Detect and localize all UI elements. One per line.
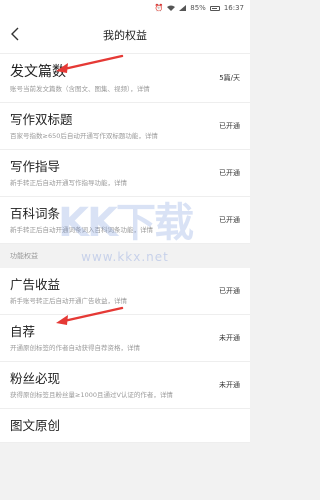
wifi-icon bbox=[167, 5, 176, 11]
page-title: 我的权益 bbox=[103, 28, 147, 42]
list-item[interactable]: 广告收益 新手账号转正后自动开通广告收益，详情 已开通 bbox=[0, 268, 250, 315]
chevron-left-icon[interactable] bbox=[6, 25, 24, 43]
item-name: 写作双标题 bbox=[10, 112, 73, 127]
item-name: 百科词条 bbox=[10, 206, 61, 221]
status-badge: 已开通 bbox=[219, 216, 240, 224]
battery-icon bbox=[209, 5, 220, 11]
list-item[interactable]: 发文篇数 账号当前发文篇数（含图文、图集、视频），详情 5篇/天 bbox=[0, 54, 250, 103]
item-desc: 新手账号转正后自动开通广告收益，详情 bbox=[10, 297, 127, 305]
status-badge: 已开通 bbox=[219, 122, 240, 130]
status-badge: 5篇/天 bbox=[219, 74, 240, 82]
status-badge: 未开通 bbox=[219, 381, 240, 389]
list-item[interactable]: 图文原创 bbox=[0, 409, 250, 443]
status-badge: 已开通 bbox=[219, 287, 240, 295]
item-name: 粉丝必现 bbox=[10, 371, 61, 386]
status-badge: 已开通 bbox=[219, 169, 240, 177]
alarm-icon: ⏰ bbox=[154, 4, 164, 12]
item-desc: 获得原创标签且粉丝量≥1000且通过V认证的作者，详情 bbox=[10, 391, 173, 399]
item-name: 广告收益 bbox=[10, 277, 61, 292]
list-item[interactable]: 粉丝必现 获得原创标签且粉丝量≥1000且通过V认证的作者，详情 未开通 bbox=[0, 362, 250, 409]
item-name: 图文原创 bbox=[10, 418, 61, 433]
item-name: 发文篇数 bbox=[10, 64, 66, 80]
item-desc: 新手转正后自动开通写作指导功能，详情 bbox=[10, 179, 127, 187]
list-item[interactable]: 百科词条 新手转正后自动开通词条词入百科词条功能，详情 已开通 bbox=[0, 197, 250, 244]
list-item[interactable]: 自荐 开通原创标签的作者自动获得自荐资格，详情 未开通 bbox=[0, 315, 250, 362]
signal-icon bbox=[179, 5, 187, 11]
clock: 16:37 bbox=[223, 4, 244, 12]
basic-rights-list: 发文篇数 账号当前发文篇数（含图文、图集、视频），详情 5篇/天 写作双标题 百… bbox=[0, 54, 250, 244]
list-item[interactable]: 写作双标题 百家号指数≥650后自动开通写作双标题功能，详情 已开通 bbox=[0, 103, 250, 150]
battery-percent: 85% bbox=[190, 4, 206, 12]
status-bar: ⏰ 85% 16:37 bbox=[0, 0, 250, 16]
item-name: 写作指导 bbox=[10, 159, 61, 174]
function-rights-list: 广告收益 新手账号转正后自动开通广告收益，详情 已开通 自荐 开通原创标签的作者… bbox=[0, 268, 250, 443]
list-item[interactable]: 写作指导 新手转正后自动开通写作指导功能，详情 已开通 bbox=[0, 150, 250, 197]
nav-bar: 我的权益 bbox=[0, 16, 250, 54]
item-desc: 账号当前发文篇数（含图文、图集、视频），详情 bbox=[10, 85, 150, 93]
item-desc: 开通原创标签的作者自动获得自荐资格，详情 bbox=[10, 344, 140, 352]
status-badge: 未开通 bbox=[219, 334, 240, 342]
item-name: 自荐 bbox=[10, 324, 36, 339]
section-header: 功能权益 bbox=[0, 244, 250, 268]
item-desc: 新手转正后自动开通词条词入百科词条功能，详情 bbox=[10, 226, 153, 234]
item-desc: 百家号指数≥650后自动开通写作双标题功能，详情 bbox=[10, 132, 158, 140]
